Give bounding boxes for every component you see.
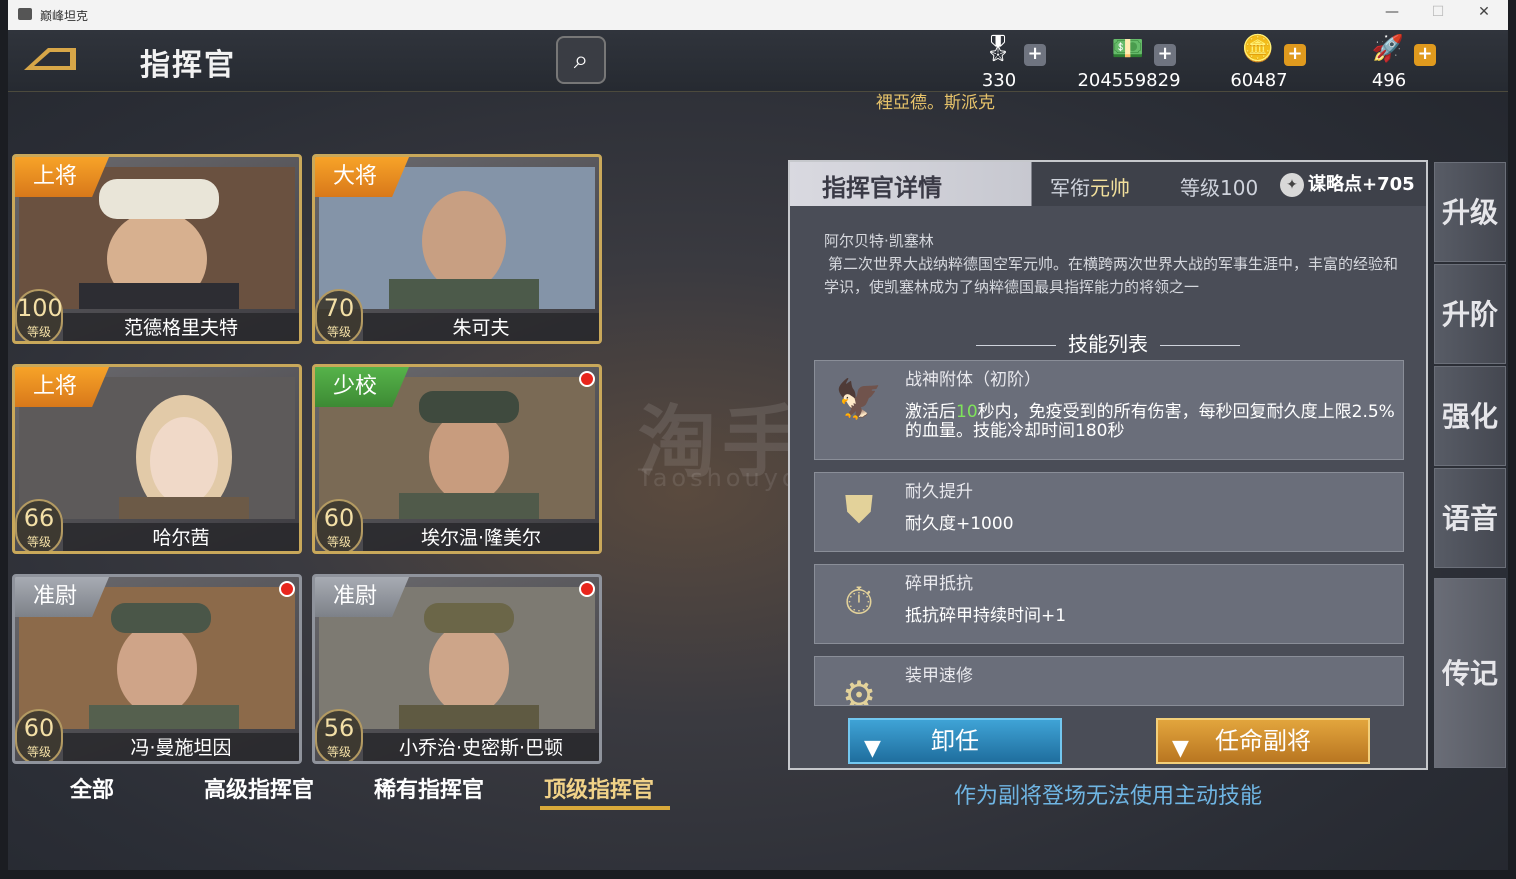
deputy-note: 作为副将登场无法使用主动技能	[954, 784, 1263, 809]
tab-top[interactable]: 顶级指挥官	[544, 772, 654, 804]
skill-item[interactable]: ⛊ 耐久提升 耐久度+1000	[814, 472, 1404, 552]
rocket-value: 496	[1371, 70, 1407, 91]
game-viewport: 淘手游 Taoshouyou.Com 指挥官 ⌕ 🎖 + 330 💵 + 204…	[8, 30, 1508, 870]
side-tab-advance[interactable]: 升阶	[1434, 264, 1506, 364]
cash-value: 204559829	[1077, 70, 1181, 91]
level-badge: 100 等级	[15, 289, 63, 341]
detail-commander-name: 阿尔贝特·凯塞林	[824, 232, 934, 250]
level-info: 等级100	[1180, 176, 1259, 200]
panel-title: 指挥官详情	[822, 174, 942, 202]
commander-card[interactable]: 上将 66 等级 哈尔茜	[12, 364, 302, 554]
filter-tabs: 全部 高级指挥官 稀有指挥官 顶级指挥官	[8, 772, 748, 812]
commander-name: 范德格里夫特	[63, 313, 299, 341]
tab-all[interactable]: 全部	[70, 772, 114, 804]
commander-detail-panel: 指挥官详情 军衔元帅 等级100 ✦ 谋略点+705 阿尔贝特·凯塞林 第二次世界…	[788, 160, 1428, 770]
strategy-icon: ✦	[1280, 173, 1304, 197]
add-cash-button[interactable]: +	[1154, 44, 1176, 66]
level-badge: 60 等级	[315, 499, 363, 551]
skill-effect: 抵抗碎甲持续时间+1	[905, 606, 1067, 626]
search-icon: ⌕	[573, 45, 589, 75]
back-button[interactable]	[20, 42, 82, 74]
tab-rare[interactable]: 稀有指挥官	[374, 772, 484, 804]
gold-icon: 🪙	[1241, 34, 1275, 64]
eagle-icon: 🦅	[835, 377, 883, 421]
back-arrow-icon	[24, 48, 76, 70]
commander-card[interactable]: 准尉 56 等级 小乔治·史密斯·巴顿	[312, 574, 602, 764]
wings-icon: ▼	[1172, 736, 1189, 761]
side-tab-upgrade[interactable]: 升级	[1434, 162, 1506, 262]
skill-effect: 耐久度+1000	[905, 514, 1014, 534]
medal-icon: 🎖	[981, 34, 1015, 64]
resource-rocket: 🚀 + 496	[1368, 34, 1498, 91]
wings-icon: ▼	[864, 736, 881, 761]
top-bar: 指挥官 ⌕ 🎖 + 330 💵 + 204559829 🪙 + 60487 🚀	[8, 30, 1508, 92]
skill-item[interactable]: ⚙ 装甲速修	[814, 656, 1404, 706]
repair-icon: ⚙	[841, 673, 877, 706]
timer-icon: ⏱	[844, 579, 874, 623]
maximize-button[interactable]: ☐	[1428, 4, 1448, 24]
commander-name: 小乔治·史密斯·巴顿	[363, 733, 599, 761]
skill-item[interactable]: ⏱ 碎甲抵抗 抵抗碎甲持续时间+1	[814, 564, 1404, 644]
appoint-deputy-button[interactable]: ▼ 任命副将	[1156, 718, 1370, 764]
rocket-icon: 🚀	[1371, 34, 1405, 64]
panel-header: 指挥官详情 军衔元帅 等级100 ✦ 谋略点+705	[790, 162, 1426, 206]
window-titlebar: 巅峰坦克 — ☐ ✕	[8, 0, 1508, 30]
tab-advanced[interactable]: 高级指挥官	[204, 772, 314, 804]
add-medal-button[interactable]: +	[1024, 44, 1046, 66]
dismiss-button[interactable]: ▼ 卸任	[848, 718, 1062, 764]
notification-dot	[279, 581, 295, 597]
level-badge: 60 等级	[15, 709, 63, 761]
commander-bio: 第二次世界大战纳粹德国空军元帅。在横跨两次世界大战的军事生涯中，丰富的经验和学识…	[824, 255, 1399, 296]
app-window: 巅峰坦克 — ☐ ✕ 淘手游 Taoshouyou.Com 指挥官 ⌕ 🎖 + …	[8, 0, 1508, 870]
side-tab-voice[interactable]: 语音	[1434, 468, 1506, 568]
notification-dot	[579, 371, 595, 387]
level-badge: 70 等级	[315, 289, 363, 341]
minimize-button[interactable]: —	[1382, 4, 1402, 24]
gold-value: 60487	[1230, 70, 1288, 91]
add-gold-button[interactable]: +	[1284, 44, 1306, 66]
page-title: 指挥官	[140, 48, 236, 83]
commander-card[interactable]: 上将 100 等级 范德格里夫特	[12, 154, 302, 344]
search-button[interactable]: ⌕	[556, 36, 606, 84]
notification-dot	[579, 581, 595, 597]
level-badge: 66 等级	[15, 499, 63, 551]
side-tab-biography[interactable]: 传记	[1434, 578, 1506, 768]
cash-icon: 💵	[1111, 34, 1145, 64]
commander-description: 阿尔贝特·凯塞林 第二次世界大战纳粹德国空军元帅。在横跨两次世界大战的军事生涯中…	[824, 230, 1404, 299]
commander-card[interactable]: 大将 70 等级 朱可夫	[312, 154, 602, 344]
skill-name: 耐久提升	[905, 482, 973, 502]
commander-name: 埃尔温·隆美尔	[363, 523, 599, 551]
commander-name: 冯·曼施坦因	[63, 733, 299, 761]
durability-icon: ⛊	[844, 487, 874, 531]
skills-heading: 技能列表	[790, 328, 1426, 357]
strategy-points: ✦ 谋略点+705	[1280, 170, 1420, 200]
player-name: 裡亞德。斯派克	[876, 93, 995, 113]
status-bar	[0, 870, 1516, 879]
side-tab-enhance[interactable]: 强化	[1434, 366, 1506, 466]
skill-name: 碎甲抵抗	[905, 574, 973, 594]
app-icon	[18, 8, 32, 20]
window-title: 巅峰坦克	[40, 9, 89, 23]
commander-card[interactable]: 少校 60 等级 埃尔温·隆美尔	[312, 364, 602, 554]
skill-item[interactable]: 🦅 战神附体（初阶） 激活后10秒内，免疫受到的所有伤害，每秒回复耐久度上限2.…	[814, 360, 1404, 460]
level-badge: 56 等级	[315, 709, 363, 761]
commander-name: 朱可夫	[363, 313, 599, 341]
skill-effect: 激活后10秒内，免疫受到的所有伤害，每秒回复耐久度上限2.5%的血量。技能冷却时…	[905, 402, 1395, 441]
close-button[interactable]: ✕	[1474, 4, 1494, 24]
commander-card[interactable]: 准尉 60 等级 冯·曼施坦因	[12, 574, 302, 764]
skill-name: 装甲速修	[905, 666, 973, 686]
commander-name: 哈尔茜	[63, 523, 299, 551]
rank-info: 军衔元帅	[1050, 176, 1130, 200]
active-tab-indicator	[540, 806, 670, 810]
skill-name: 战神附体（初阶）	[905, 370, 1041, 390]
add-rocket-button[interactable]: +	[1414, 44, 1436, 66]
